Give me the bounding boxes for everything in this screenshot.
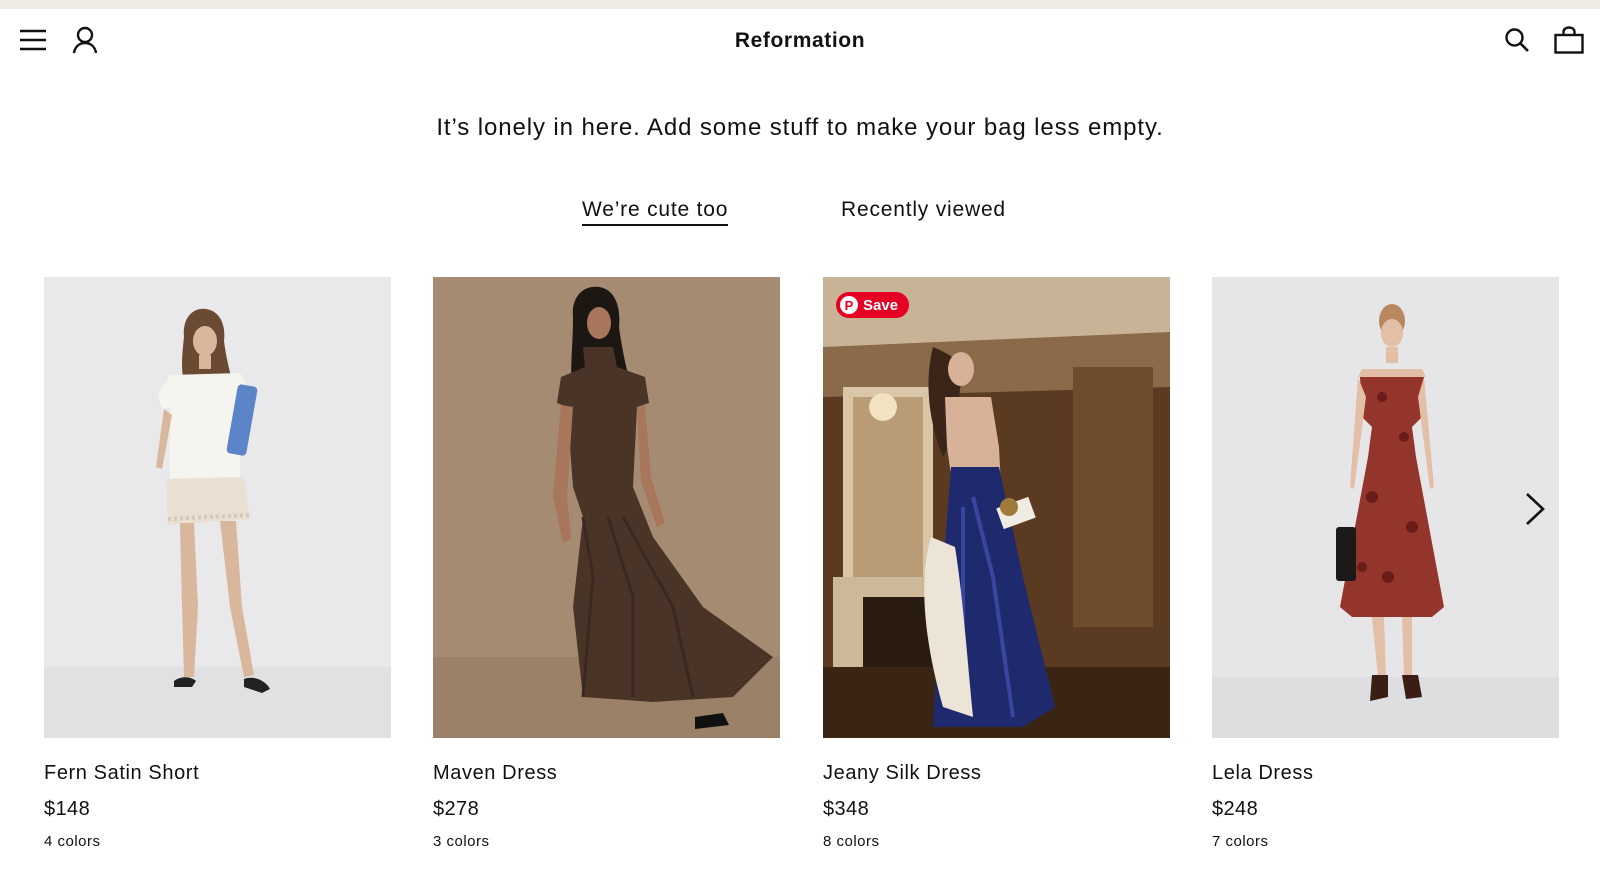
product-image[interactable] xyxy=(44,277,391,738)
product-price: $278 xyxy=(433,798,480,820)
product-image[interactable]: P Save xyxy=(823,277,1170,738)
pinterest-icon: P xyxy=(840,296,858,314)
product-card[interactable]: Lela Dress $248 7 colors xyxy=(1212,277,1559,850)
site-header: Reformation xyxy=(0,9,1600,73)
empty-bag-message: It’s lonely in here. Add some stuff to m… xyxy=(436,114,1164,141)
chevron-right-icon[interactable] xyxy=(1520,488,1550,530)
product-card[interactable]: Maven Dress $278 3 colors xyxy=(433,277,780,850)
product-color-count: 8 colors xyxy=(823,833,880,850)
brand-link[interactable]: Reformation xyxy=(735,29,865,52)
product-color-count: 4 colors xyxy=(44,833,101,850)
pin-save-label: Save xyxy=(863,296,899,314)
product-card[interactable]: Fern Satin Short $148 4 colors xyxy=(44,277,391,850)
product-price: $148 xyxy=(44,798,91,820)
product-color-count: 3 colors xyxy=(433,833,490,850)
search-icon[interactable] xyxy=(1500,23,1534,57)
tab-were-cute-too[interactable]: We’re cute too xyxy=(582,198,729,226)
product-image[interactable] xyxy=(433,277,780,738)
product-name[interactable]: Lela Dress xyxy=(1212,762,1559,785)
recommendation-tabs: We’re cute too Recently viewed xyxy=(0,198,1600,234)
product-card[interactable]: P Save Jeany Silk Dress $348 8 colors xyxy=(823,277,1170,850)
product-color-count: 7 colors xyxy=(1212,833,1269,850)
tab-recently-viewed[interactable]: Recently viewed xyxy=(841,198,1006,224)
top-strip xyxy=(0,0,1600,9)
product-price: $348 xyxy=(823,798,870,820)
product-image[interactable] xyxy=(1212,277,1559,738)
product-name[interactable]: Maven Dress xyxy=(433,762,780,785)
brand-logo: Reformation xyxy=(0,29,1600,53)
product-price: $248 xyxy=(1212,798,1259,820)
pinterest-save-button[interactable]: P Save xyxy=(836,292,910,318)
shopping-bag-icon[interactable] xyxy=(1552,23,1586,57)
product-name[interactable]: Jeany Silk Dress xyxy=(823,762,1170,785)
product-name[interactable]: Fern Satin Short xyxy=(44,762,391,785)
